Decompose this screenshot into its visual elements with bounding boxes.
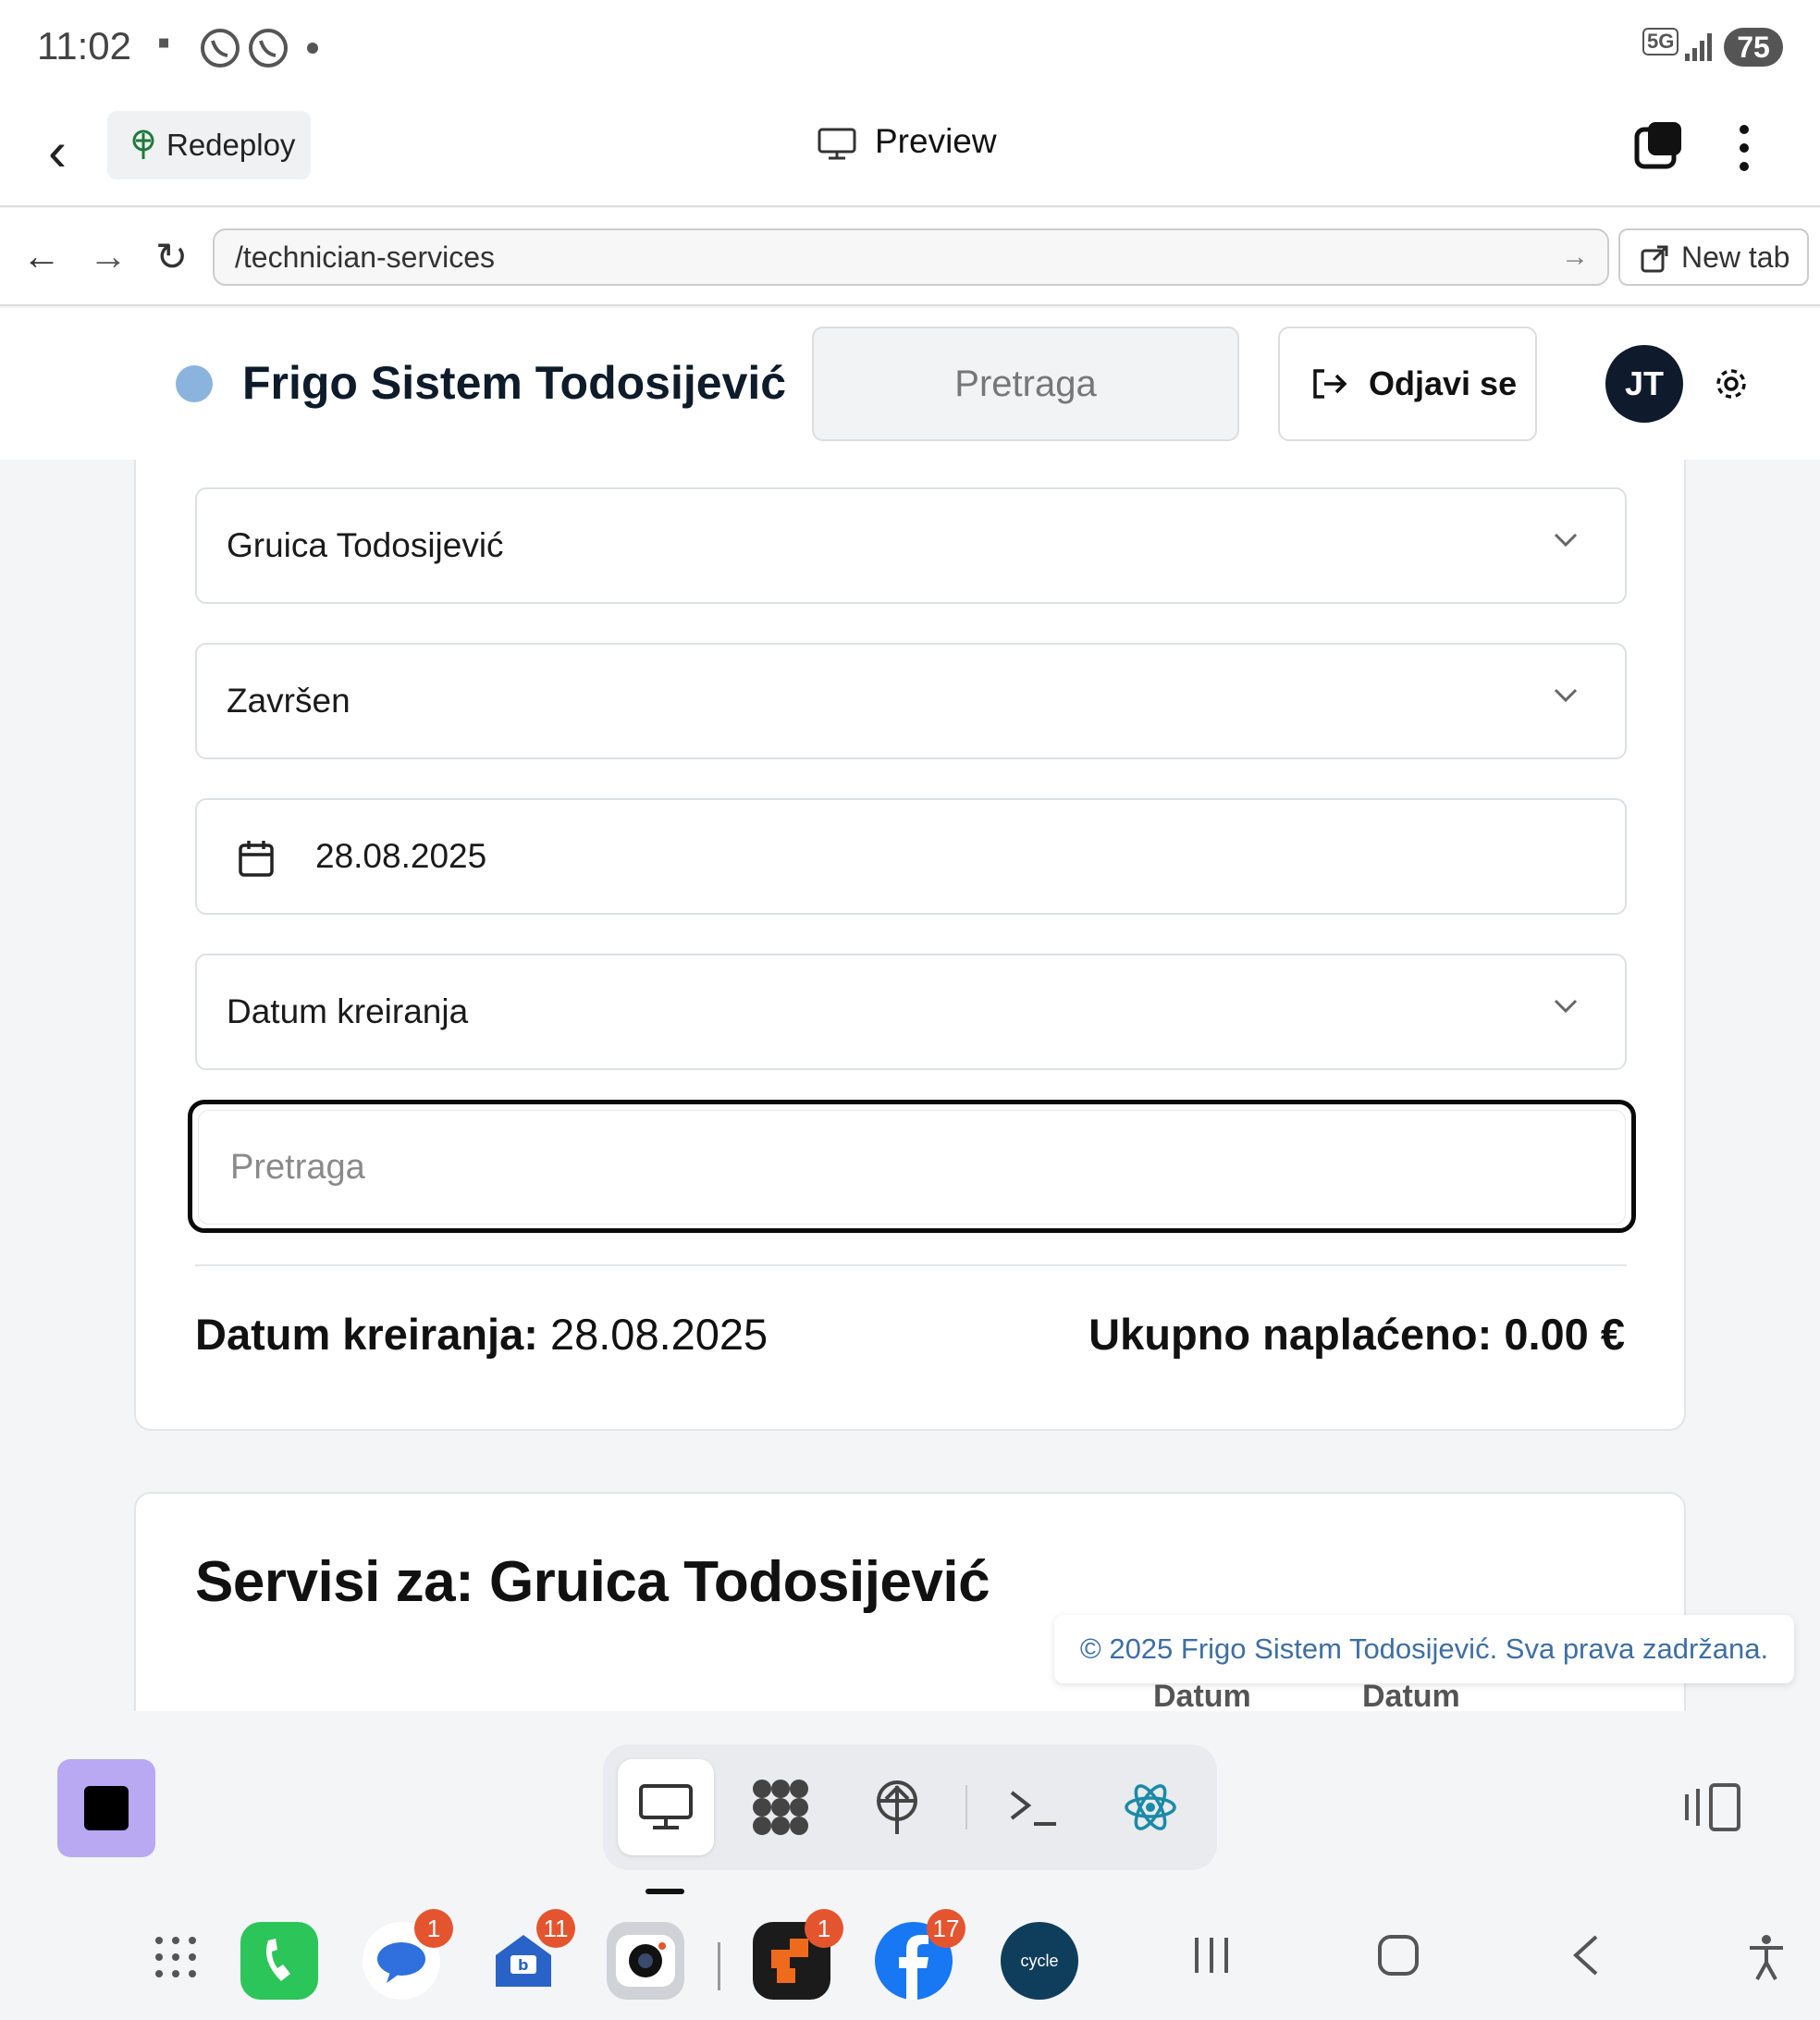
browser-bar: ← → ↻ /technician-services → New tab <box>0 208 1820 306</box>
chevron-down-icon <box>1554 999 1578 1014</box>
total-charged-label: Ukupno naplaćeno: <box>1088 1310 1493 1359</box>
tool-preview[interactable] <box>618 1759 714 1855</box>
sort-select[interactable]: Datum kreiranja <box>195 954 1627 1070</box>
messages-badge: 1 <box>414 1909 453 1948</box>
preview-title: Preview <box>818 122 997 161</box>
status-value: Završen <box>227 682 350 720</box>
sort-value: Datum kreiranja <box>227 992 469 1030</box>
new-tab-button[interactable]: New tab <box>1618 228 1809 286</box>
url-text: /technician-services <box>235 240 495 274</box>
orange-app-icon[interactable]: 1 <box>753 1909 843 2000</box>
facebook-app-icon[interactable]: 17 <box>875 1909 965 2000</box>
drag-handle[interactable] <box>646 1889 684 1894</box>
svg-text:b: b <box>518 1956 528 1974</box>
url-input[interactable]: /technician-services → <box>213 228 1609 286</box>
mail-app-icon[interactable]: b 11 <box>485 1909 575 2000</box>
react-icon <box>1125 1784 1176 1830</box>
settings-gear-icon[interactable] <box>1713 365 1750 407</box>
taskbar-separator <box>718 1942 720 1990</box>
network-type: 5G <box>1642 28 1679 55</box>
status-time: 11:02 <box>37 24 131 68</box>
created-date-label: Datum kreiranja: <box>195 1310 538 1359</box>
redeploy-button[interactable]: Redeploy <box>107 111 311 179</box>
orange-app-badge: 1 <box>805 1909 843 1948</box>
external-link-icon <box>1641 245 1668 273</box>
reload-icon[interactable]: ↻ <box>155 234 188 279</box>
column-header-date: Datum <box>1153 1679 1251 1714</box>
logout-icon <box>1313 369 1347 399</box>
viber-icon <box>246 26 290 75</box>
tool-separator <box>965 1785 967 1829</box>
side-panel-toggle-icon[interactable] <box>1683 1781 1742 1838</box>
copyright-note: © 2025 Frigo Sistem Todosijević. Sva pra… <box>1054 1615 1794 1683</box>
logout-button[interactable]: Odjavi se <box>1278 326 1537 441</box>
created-date-value: 28.08.2025 <box>549 1310 769 1359</box>
tool-react[interactable] <box>1102 1759 1199 1855</box>
go-arrow-icon[interactable]: → <box>1561 230 1589 284</box>
filters-card: Gruica Todosijević Završen 28.08.2025 Da… <box>134 460 1686 1431</box>
chevron-down-icon <box>1554 688 1578 703</box>
app-header: ‹ Redeploy Preview <box>0 98 1820 207</box>
back-chevron-icon[interactable]: ‹ <box>48 124 67 179</box>
status-bar: 11:02 ▪ 5G 75 <box>0 0 1820 98</box>
redeploy-icon <box>132 129 154 159</box>
created-date-summary: Datum kreiranja: 28.08.2025 <box>195 1309 768 1360</box>
tool-terminal[interactable] <box>986 1759 1082 1855</box>
stop-icon <box>84 1786 129 1830</box>
technician-value: Gruica Todosijević <box>227 526 504 564</box>
column-header-date: Datum <box>1362 1679 1460 1714</box>
technician-select[interactable]: Gruica Todosijević <box>195 487 1627 604</box>
stop-button[interactable] <box>57 1759 155 1857</box>
logout-label: Odjavi se <box>1369 364 1518 402</box>
tool-deploy[interactable] <box>849 1759 945 1855</box>
search-input[interactable] <box>198 1110 1626 1225</box>
app-drawer-icon[interactable] <box>154 1935 198 1984</box>
apps-grid-icon <box>753 1780 808 1835</box>
tool-switcher <box>603 1744 1217 1870</box>
more-menu-icon[interactable] <box>1737 122 1752 179</box>
facebook-badge: 17 <box>927 1909 965 1948</box>
total-charged-value: 0.00 € <box>1504 1310 1625 1359</box>
viber-icon <box>198 26 242 75</box>
home-icon[interactable] <box>1376 1933 1420 1989</box>
user-avatar[interactable]: JT <box>1605 345 1683 423</box>
phone-app-icon[interactable] <box>240 1922 318 2000</box>
signal-icon <box>1683 31 1715 68</box>
monitor-icon <box>639 1784 693 1829</box>
site-header: Frigo Sistem Todosijević Pretraga Odjavi… <box>0 308 1820 460</box>
search-input-wrapper <box>188 1100 1636 1233</box>
header-search-button[interactable]: Pretraga <box>812 326 1239 441</box>
monitor-icon <box>818 128 856 160</box>
brand-logo <box>176 365 213 402</box>
new-tab-label: New tab <box>1681 240 1790 274</box>
bottom-dock: 1 b 11 1 17 cycle <box>0 1711 1820 2020</box>
status-select[interactable]: Završen <box>195 643 1627 759</box>
system-back-icon[interactable] <box>1568 1933 1602 1989</box>
mail-badge: 11 <box>536 1909 575 1948</box>
terminal-icon <box>1010 1791 1056 1826</box>
messages-app-icon[interactable]: 1 <box>363 1909 453 2000</box>
cycle-app-icon[interactable]: cycle <box>1001 1922 1078 2000</box>
deploy-icon <box>877 1780 917 1834</box>
redeploy-label: Redeploy <box>166 128 296 162</box>
recent-apps-icon[interactable] <box>1191 1933 1232 1989</box>
accessibility-icon[interactable] <box>1746 1933 1787 1993</box>
date-value: 28.08.2025 <box>315 837 487 875</box>
calendar-icon <box>239 841 274 877</box>
services-title: Servisi za: Gruica Todosijević <box>195 1550 990 1614</box>
browser-back-icon[interactable]: ← <box>22 234 61 278</box>
battery-level: 75 <box>1724 28 1783 67</box>
brand-title: Frigo Sistem Todosijević <box>242 357 787 409</box>
more-notifications-dot <box>307 43 318 54</box>
date-picker[interactable]: 28.08.2025 <box>195 798 1627 915</box>
notification-icon: ▪ <box>157 22 171 63</box>
tool-apps[interactable] <box>732 1759 829 1855</box>
browser-forward-icon[interactable]: → <box>89 234 128 278</box>
total-charged-summary: Ukupno naplaćeno: 0.00 € <box>1088 1309 1625 1360</box>
chevron-down-icon <box>1554 533 1578 548</box>
camera-app-icon[interactable] <box>607 1922 684 2000</box>
preview-label: Preview <box>875 122 997 160</box>
divider <box>195 1264 1627 1266</box>
window-switch-icon[interactable] <box>1633 118 1685 175</box>
